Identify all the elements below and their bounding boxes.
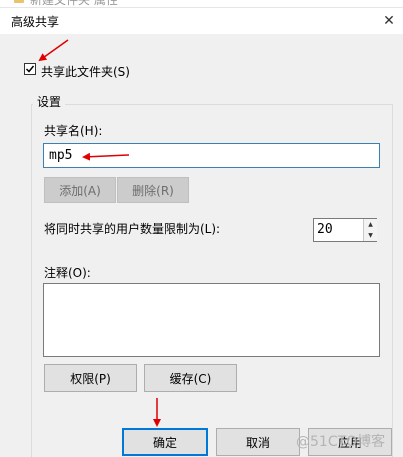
- share-folder-checkbox[interactable]: [24, 63, 36, 75]
- background-window-title: 新建文件夹 属性: [30, 0, 118, 7]
- settings-legend: 设置: [33, 93, 66, 110]
- close-icon: ✕: [383, 13, 395, 29]
- close-button[interactable]: ✕: [376, 8, 402, 34]
- user-limit-label: 将同时共享的用户数量限制为(L):: [44, 222, 221, 236]
- arrow-down-icon: ▼: [368, 232, 373, 239]
- watermark: @51CTO博客: [296, 434, 386, 450]
- folder-icon: [14, 0, 24, 3]
- comment-textarea[interactable]: [43, 283, 380, 357]
- add-button[interactable]: 添加(A): [44, 177, 116, 203]
- remove-button[interactable]: 删除(R): [117, 177, 189, 203]
- dialog-title-bar[interactable]: 高级共享 ✕: [0, 8, 403, 34]
- share-name-input[interactable]: [43, 143, 380, 168]
- ok-button[interactable]: 确定: [122, 428, 208, 456]
- user-limit-spinner[interactable]: 20 ▲ ▼: [313, 218, 377, 242]
- user-limit-value[interactable]: 20: [317, 222, 333, 237]
- checkmark-icon: [25, 65, 35, 73]
- arrow-to-checkbox: [38, 39, 69, 62]
- share-folder-label[interactable]: 共享此文件夹(S): [41, 63, 130, 80]
- comment-label: 注释(O):: [44, 266, 91, 280]
- arrow-up-icon: ▲: [368, 221, 373, 228]
- share-name-label: 共享名(H):: [44, 124, 103, 138]
- background-window-strip: 新建文件夹 属性: [0, 0, 403, 8]
- caching-button[interactable]: 缓存(C): [144, 364, 237, 392]
- cancel-button[interactable]: 取消: [216, 428, 300, 456]
- dialog-title: 高级共享: [11, 15, 60, 29]
- spin-down-button[interactable]: ▼: [363, 230, 377, 241]
- permissions-button[interactable]: 权限(P): [44, 364, 137, 392]
